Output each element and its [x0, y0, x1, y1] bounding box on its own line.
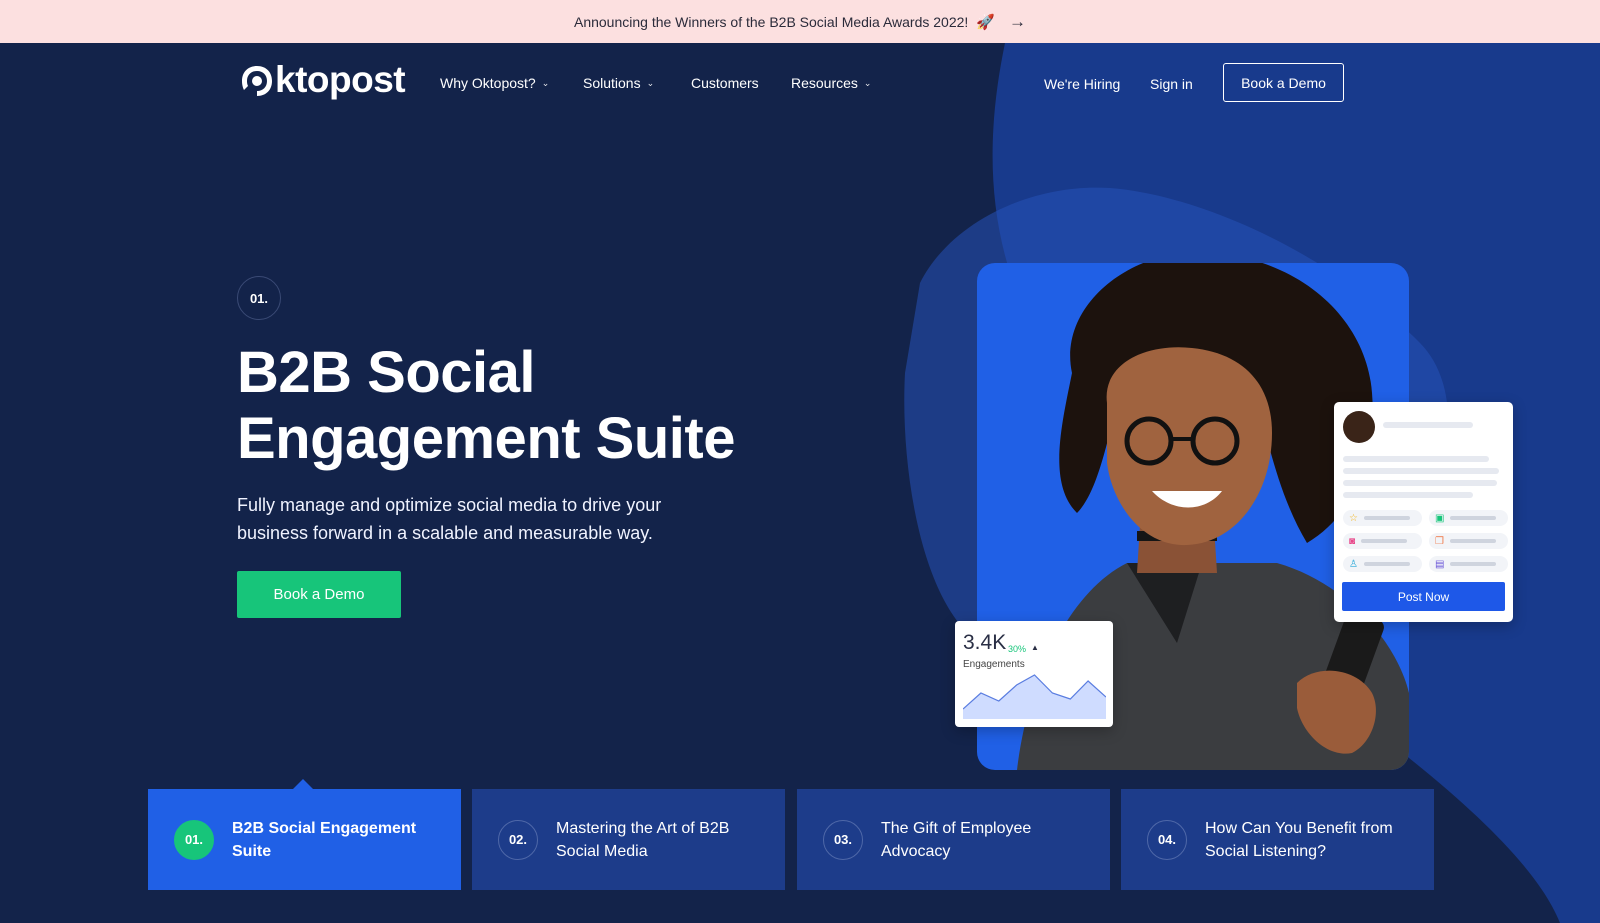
placeholder-line [1343, 468, 1499, 474]
tab-label: B2B Social Engagement Suite [232, 819, 417, 860]
copy-option[interactable]: ❐ [1429, 533, 1508, 549]
logo-wordmark: ktopost [275, 59, 406, 100]
hero-subtitle: Fully manage and optimize social media t… [237, 495, 662, 543]
star-option[interactable]: ☆ [1343, 510, 1422, 526]
nav-why-oktopost[interactable]: Why Oktopost? ⌄ [440, 75, 549, 91]
placeholder-line [1343, 480, 1497, 486]
nav-label: Solutions [583, 75, 641, 91]
chevron-down-icon: ⌄ [541, 77, 550, 88]
avatar [1343, 411, 1375, 443]
placeholder-line [1343, 456, 1489, 462]
nav-customers[interactable]: Customers [691, 75, 759, 91]
hero-title: B2B Social Engagement Suite [237, 340, 735, 471]
placeholder-line [1383, 422, 1473, 428]
star-icon: ☆ [1349, 512, 1358, 524]
chevron-down-icon: ⌄ [863, 77, 872, 88]
copy-icon: ❐ [1435, 535, 1444, 547]
engagement-stat-card: 3.4K 30% ▲ Engagements [955, 621, 1113, 727]
header-book-demo-button[interactable]: Book a Demo [1223, 63, 1344, 102]
inbox-icon: ▤ [1435, 558, 1445, 570]
oktopost-logo[interactable]: ktopost [237, 59, 406, 101]
inbox-option[interactable]: ▤ [1429, 556, 1508, 572]
calendar-icon: ▣ [1435, 512, 1445, 524]
tab-number: 03. [823, 819, 863, 860]
nav-solutions[interactable]: Solutions ⌄ [583, 75, 654, 91]
nav-label: Customers [691, 75, 759, 91]
calendar-option[interactable]: ▣ [1429, 510, 1508, 526]
engagement-value: 3.4K [963, 631, 1007, 654]
tab-label: How Can You Benefit from Social Listenin… [1205, 819, 1393, 860]
hero-step-badge: 01. [237, 276, 281, 320]
image-option[interactable]: ◙ [1343, 533, 1422, 549]
engagement-label: Engagements [963, 659, 1025, 670]
nav-hiring-link[interactable]: We're Hiring [1044, 76, 1120, 92]
arrow-right-icon[interactable]: → [1009, 12, 1026, 32]
tab-social-listening[interactable]: 04. How Can You Benefit from Social List… [1121, 789, 1434, 890]
placeholder-line [1343, 492, 1473, 498]
tab-employee-advocacy[interactable]: 03. The Gift of Employee Advocacy [797, 789, 1110, 890]
nav-label: Resources [791, 75, 858, 91]
tab-b2b-engagement-suite[interactable]: 01. B2B Social Engagement Suite [148, 789, 461, 890]
tab-number: 02. [498, 819, 538, 860]
tab-mastering-b2b-social[interactable]: 02. Mastering the Art of B2B Social Medi… [472, 789, 785, 890]
tab-label: The Gift of Employee Advocacy [881, 819, 1032, 860]
nav-label: Why Oktopost? [440, 75, 536, 91]
nav-signin-link[interactable]: Sign in [1150, 76, 1193, 92]
tab-label: Mastering the Art of B2B Social Media [556, 819, 730, 860]
main-header: ktopost Why Oktopost? ⌄ Solutions ⌄ Cust… [0, 43, 1600, 123]
trend-up-icon: ▲ [1031, 643, 1039, 652]
announcement-bar[interactable]: Announcing the Winners of the B2B Social… [0, 0, 1600, 43]
announcement-text[interactable]: Announcing the Winners of the B2B Social… [574, 14, 968, 30]
user-icon: ♙ [1349, 558, 1358, 570]
chevron-down-icon: ⌄ [646, 77, 655, 88]
user-option[interactable]: ♙ [1343, 556, 1422, 572]
image-icon: ◙ [1349, 535, 1356, 547]
engagement-sparkline [963, 674, 1106, 719]
tab-number: 04. [1147, 819, 1187, 860]
engagement-change: 30% [1008, 644, 1027, 654]
tab-number: 01. [174, 819, 214, 860]
hero-book-demo-button[interactable]: Book a Demo [237, 571, 401, 618]
rocket-icon: 🚀 [976, 13, 995, 31]
post-composer-card: ☆ ▣ ◙ ❐ ♙ ▤ Post Now [1334, 402, 1513, 622]
post-now-button[interactable]: Post Now [1342, 582, 1505, 611]
nav-resources[interactable]: Resources ⌄ [791, 75, 871, 91]
octopus-logo-icon [242, 66, 272, 96]
